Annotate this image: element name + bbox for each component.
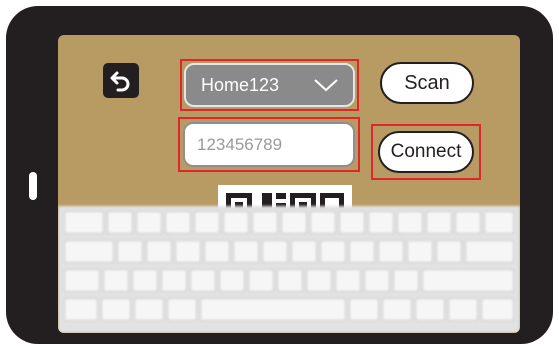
keyboard-key[interactable] [306, 269, 332, 292]
keyboard-key[interactable] [64, 211, 104, 234]
keyboard-key[interactable] [262, 240, 288, 263]
keyboard-key[interactable] [146, 240, 172, 263]
keyboard-key[interactable] [382, 298, 412, 321]
keyboard-key[interactable] [415, 298, 445, 321]
back-button[interactable] [103, 63, 139, 98]
keyboard-key[interactable] [320, 240, 346, 263]
keyboard-key[interactable] [484, 211, 514, 234]
network-select-value: Home123 [201, 74, 280, 95]
keyboard-key[interactable] [422, 269, 514, 292]
keyboard-key[interactable] [455, 211, 481, 234]
tablet-device: Home123 123456789 Scan Connect [6, 6, 553, 344]
keyboard-key[interactable] [107, 211, 133, 234]
keyboard-key[interactable] [136, 211, 162, 234]
keyboard-key[interactable] [223, 211, 249, 234]
network-select[interactable]: Home123 [184, 63, 355, 107]
keyboard-key[interactable] [248, 269, 274, 292]
keyboard-key[interactable] [339, 211, 365, 234]
keyboard-key[interactable] [64, 269, 100, 292]
screen: Home123 123456789 Scan Connect [58, 35, 520, 333]
keyboard-key[interactable] [407, 240, 433, 263]
keyboard-key[interactable] [397, 211, 423, 234]
keyboard-key[interactable] [101, 298, 131, 321]
keyboard-key[interactable] [281, 211, 307, 234]
keyboard-key[interactable] [190, 269, 216, 292]
keyboard-key[interactable] [335, 269, 361, 292]
keyboard-key[interactable] [103, 269, 129, 292]
keyboard-key[interactable] [194, 211, 220, 234]
keyboard-key[interactable] [291, 240, 317, 263]
keyboard-key[interactable] [219, 269, 245, 292]
keyboard-key[interactable] [364, 269, 390, 292]
keyboard-key[interactable] [368, 211, 394, 234]
on-screen-keyboard[interactable] [58, 206, 520, 333]
chevron-down-icon [313, 78, 339, 92]
keyboard-key[interactable] [436, 240, 462, 263]
keyboard-key[interactable] [393, 269, 419, 292]
keyboard-key[interactable] [481, 298, 514, 321]
keyboard-key[interactable] [277, 269, 303, 292]
keyboard-key[interactable] [349, 298, 379, 321]
password-input[interactable]: 123456789 [183, 122, 355, 167]
keyboard-key[interactable] [64, 298, 98, 321]
undo-arrow-icon [110, 71, 130, 91]
keyboard-key[interactable] [448, 298, 478, 321]
keyboard-key[interactable] [233, 240, 259, 263]
keyboard-key[interactable] [175, 240, 201, 263]
keyboard-key[interactable] [252, 211, 278, 234]
keyboard-key[interactable] [134, 298, 164, 321]
keyboard-key[interactable] [161, 269, 187, 292]
keyboard-key[interactable] [117, 240, 143, 263]
keyboard-key[interactable] [165, 211, 191, 234]
keyboard-key[interactable] [465, 240, 514, 263]
scan-button[interactable]: Scan [380, 62, 474, 104]
keyboard-key[interactable] [310, 211, 336, 234]
connect-button[interactable]: Connect [378, 131, 474, 173]
keyboard-key[interactable] [64, 240, 114, 263]
keyboard-key[interactable] [167, 298, 197, 321]
keyboard-key[interactable] [204, 240, 230, 263]
keyboard-key[interactable] [349, 240, 375, 263]
keyboard-key[interactable] [132, 269, 158, 292]
keyboard-space-key[interactable] [200, 298, 346, 321]
home-button[interactable] [29, 172, 37, 200]
keyboard-key[interactable] [426, 211, 452, 234]
keyboard-key[interactable] [378, 240, 404, 263]
